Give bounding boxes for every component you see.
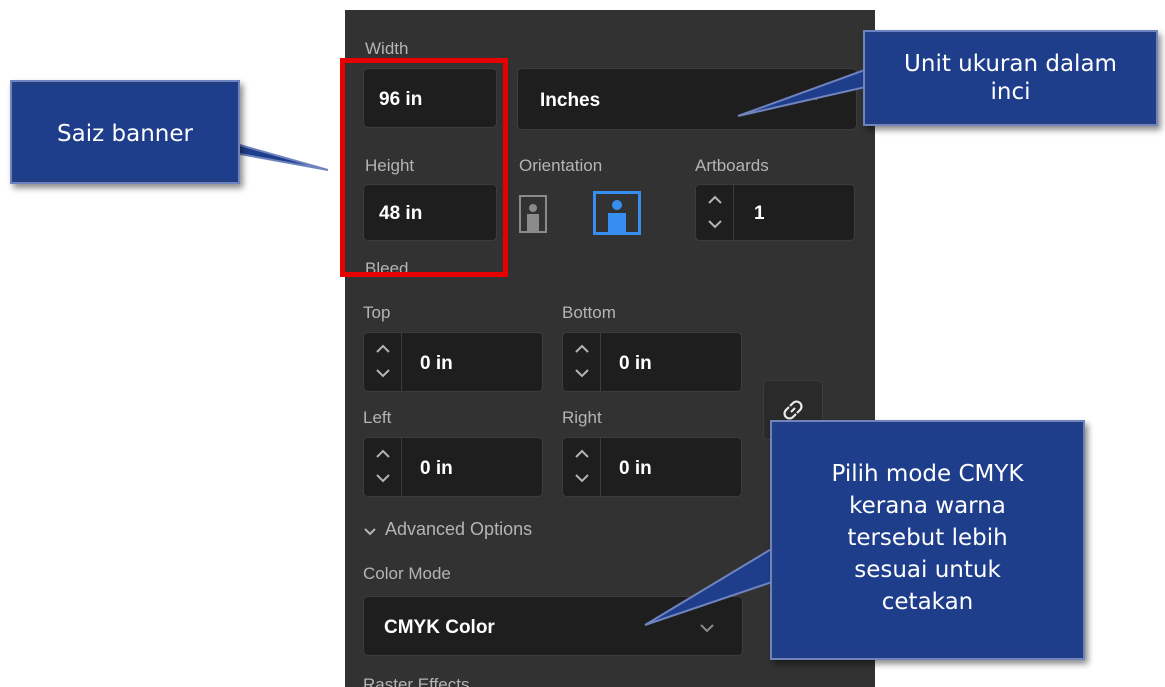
callout-unit-text: Unit ukuran dalam inci: [904, 51, 1117, 105]
callout-size-text: Saiz banner: [57, 121, 193, 147]
callout-unit: Unit ukuran dalam inci: [863, 30, 1158, 126]
callout-cmyk-tail: [644, 543, 779, 626]
callout-size: Saiz banner: [10, 80, 240, 184]
callout-cmyk-text: Pilih mode CMYK kerana warna tersebut le…: [831, 461, 1024, 615]
callout-unit-tail: [737, 66, 871, 117]
callout-cmyk: Pilih mode CMYK kerana warna tersebut le…: [770, 420, 1085, 660]
